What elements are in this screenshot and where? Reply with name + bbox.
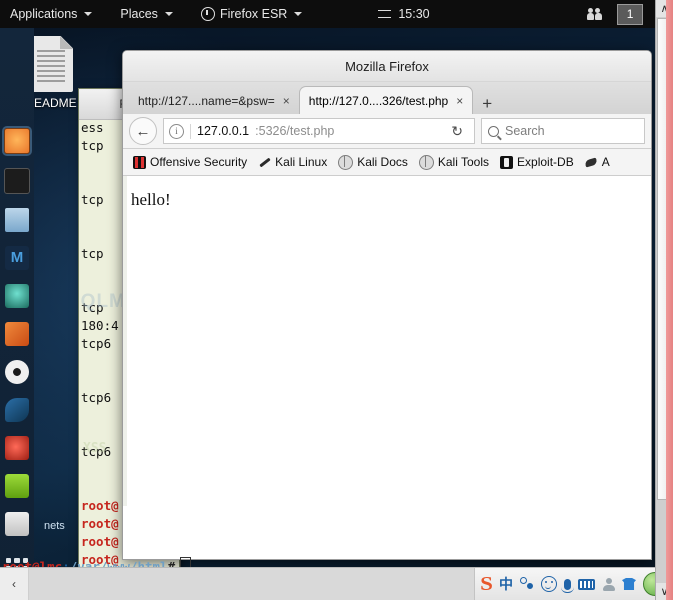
new-tab-button[interactable]: +: [473, 95, 501, 114]
bookmark-label: Exploit-DB: [517, 155, 574, 169]
menu-applications-label: Applications: [10, 7, 78, 21]
calendar-icon[interactable]: [5, 512, 29, 536]
beef-icon[interactable]: [5, 436, 29, 460]
terminal-icon[interactable]: [4, 168, 30, 194]
files-icon[interactable]: [5, 208, 29, 232]
clock[interactable]: 15:30: [378, 7, 430, 21]
workspace-indicator[interactable]: 1: [617, 3, 644, 25]
bookmark-exploit-db[interactable]: Exploit-DB: [496, 155, 578, 169]
disc-icon[interactable]: [5, 360, 29, 384]
firefox-window[interactable]: Mozilla Firefox http://127....name=&psw=…: [122, 50, 652, 560]
back-button[interactable]: ←: [129, 117, 157, 145]
globe-icon: [338, 154, 354, 170]
sogou-logo-icon[interactable]: S: [480, 574, 493, 594]
navigation-toolbar: ← i 127.0.0.1 :5326/test.php ↻ Search: [123, 114, 651, 149]
skin-icon[interactable]: [622, 578, 636, 590]
firefox-icon[interactable]: [4, 128, 30, 154]
tab-active[interactable]: http://127.0....326/test.php ×: [298, 86, 474, 114]
burpsuite-icon[interactable]: [5, 322, 29, 346]
top-panel: Applications Places Firefox ESR 15:30 1 …: [0, 0, 673, 28]
tab-close-icon[interactable]: ×: [283, 94, 290, 108]
url-path: :5326/test.php: [255, 124, 335, 138]
sogou-ime-toolbar: S 中: [475, 568, 673, 600]
screen: README M File SQLMAP XSS ess tcp tcp tcp: [0, 0, 673, 600]
clock-label: 15:30: [398, 7, 430, 21]
tab-label: http://127....name=&psw=: [138, 93, 275, 108]
taskbar-prev-button[interactable]: ‹: [0, 568, 29, 600]
keyboard-icon[interactable]: [578, 578, 595, 590]
text-editor-icon[interactable]: [5, 474, 29, 498]
url-host: 127.0.0.1: [197, 124, 250, 138]
menu-firefox-label: Firefox ESR: [219, 7, 288, 21]
tab-close-icon[interactable]: ×: [456, 94, 463, 108]
wrench-icon: [258, 156, 271, 169]
bookmark-aircrack[interactable]: A: [581, 155, 614, 169]
chevron-down-icon: [84, 12, 93, 16]
bookmark-label: Kali Docs: [357, 155, 408, 169]
bookmark-label: A: [601, 155, 610, 169]
search-bar[interactable]: Search: [481, 118, 645, 144]
chevron-down-icon: [294, 12, 303, 16]
menu-applications[interactable]: Applications: [0, 0, 106, 28]
left-dock: M: [0, 28, 34, 600]
exploitdb-icon: [500, 155, 514, 169]
globe-icon: [418, 154, 434, 170]
bookmark-offensive-security[interactable]: Offensive Security: [129, 155, 251, 169]
taskbar-window-area[interactable]: [29, 568, 475, 600]
menu-places[interactable]: Places: [106, 0, 187, 28]
menu-firefox-esr[interactable]: Firefox ESR: [187, 0, 316, 28]
bookmark-kali-tools[interactable]: Kali Tools: [415, 154, 493, 170]
tab-inactive[interactable]: http://127....name=&psw= ×: [129, 87, 299, 114]
site-info-icon[interactable]: i: [169, 123, 184, 139]
bookmark-label: Kali Linux: [275, 155, 328, 169]
armitage-icon[interactable]: [5, 284, 29, 308]
wireshark-icon[interactable]: [5, 398, 29, 422]
offsec-icon: [133, 155, 146, 169]
bookmark-kali-linux[interactable]: Kali Linux: [254, 155, 331, 169]
chevron-down-icon: [164, 12, 173, 16]
bookmark-label: Kali Tools: [437, 155, 490, 169]
xss-watermark: XSS: [83, 441, 107, 456]
netstat-window-tag: nets: [44, 520, 65, 532]
bookmarks-bar: Offensive Security Kali Linux Kali Docs …: [123, 149, 651, 176]
viewer-edge-strip: [666, 0, 673, 600]
window-title: Mozilla Firefox: [123, 51, 651, 82]
bottom-taskbar: ‹ S 中: [0, 567, 673, 600]
aircrack-icon: [585, 156, 598, 169]
user-icon[interactable]: [602, 577, 615, 591]
emoji-icon[interactable]: [541, 576, 557, 592]
microphone-icon[interactable]: [561, 578, 574, 593]
punctuation-icon[interactable]: [520, 577, 534, 591]
firefox-icon: [200, 7, 215, 21]
page-content: hello!: [123, 176, 651, 506]
search-icon: [488, 125, 499, 137]
document-icon: [29, 36, 73, 92]
menu-icon: [378, 9, 392, 19]
tab-strip: http://127....name=&psw= × http://127.0.…: [123, 82, 651, 114]
chinese-mode-icon[interactable]: 中: [499, 574, 513, 594]
metasploit-icon[interactable]: M: [5, 246, 29, 270]
reload-icon[interactable]: ↻: [445, 123, 469, 140]
bookmark-kali-docs[interactable]: Kali Docs: [334, 154, 412, 170]
search-placeholder: Search: [505, 124, 545, 138]
menu-places-label: Places: [120, 7, 158, 21]
url-bar[interactable]: i 127.0.0.1 :5326/test.php ↻: [163, 118, 475, 144]
bookmark-label: Offensive Security: [150, 155, 248, 169]
tab-label: http://127.0....326/test.php: [308, 93, 449, 108]
users-icon[interactable]: [587, 7, 605, 21]
page-text: hello!: [131, 190, 171, 209]
